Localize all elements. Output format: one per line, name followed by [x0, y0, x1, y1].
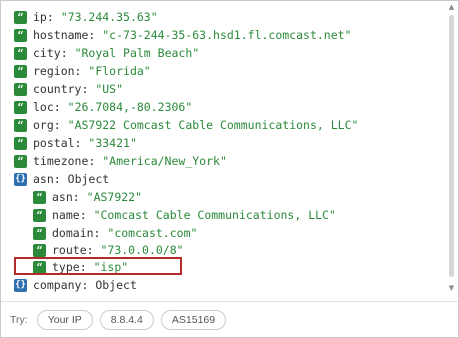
json-value: "US"	[95, 82, 124, 96]
json-key: company	[33, 278, 82, 292]
json-viewer-window: “ ip: "73.244.35.63" “ hostname: "c-73-2…	[0, 0, 459, 338]
object-type-icon: {}	[14, 172, 27, 186]
object-type-icon: {}	[14, 278, 27, 292]
json-row-loc[interactable]: “ loc: "26.7084,-80.2306"	[14, 98, 192, 116]
json-row-region[interactable]: “ region: "Florida"	[14, 62, 151, 80]
json-value: "c-73-244-35-63.hsd1.fl.comcast.net"	[102, 28, 352, 42]
try-label: Try:	[10, 314, 28, 326]
json-key: timezone	[33, 154, 89, 168]
json-row-postal[interactable]: “ postal: "33421"	[14, 134, 137, 152]
json-value: "Royal Palm Beach"	[74, 46, 200, 60]
json-value: "73.0.0.0/8"	[100, 243, 184, 257]
json-key: route	[52, 243, 87, 257]
json-key: hostname	[33, 28, 89, 42]
highlight-box	[14, 257, 182, 275]
json-key: asn	[52, 190, 73, 204]
json-key: name	[52, 208, 80, 222]
string-type-icon: “	[33, 208, 46, 222]
string-type-icon: “	[14, 46, 27, 60]
json-value: "AS7922"	[86, 190, 143, 204]
string-type-icon: “	[14, 10, 27, 24]
example-asn-button[interactable]: AS15169	[160, 310, 227, 330]
json-row-asn-domain[interactable]: “ domain: "comcast.com"	[33, 224, 197, 242]
json-key: org	[33, 118, 54, 132]
string-type-icon: “	[14, 100, 27, 114]
json-key: loc	[33, 100, 54, 114]
json-key: domain	[52, 226, 94, 240]
json-value: Object	[67, 172, 110, 186]
scroll-up-arrow-icon[interactable]: ▲	[447, 3, 456, 12]
json-key: ip	[33, 10, 47, 24]
try-examples-bar: Try: Your IP 8.8.4.4 AS15169	[1, 301, 458, 337]
string-type-icon: “	[14, 136, 27, 150]
string-type-icon: “	[14, 64, 27, 78]
json-value: "America/New_York"	[102, 154, 227, 168]
string-type-icon: “	[14, 82, 27, 96]
json-value: "AS7922 Comcast Cable Communications, LL…	[67, 118, 359, 132]
json-key: city	[33, 46, 61, 60]
json-row-company-object[interactable]: {} company: Object	[14, 276, 137, 294]
json-row-ip[interactable]: “ ip: "73.244.35.63"	[14, 8, 158, 26]
json-row-city[interactable]: “ city: "Royal Palm Beach"	[14, 44, 199, 62]
json-tree: “ ip: "73.244.35.63" “ hostname: "c-73-2…	[1, 1, 447, 295]
json-value: "Comcast Cable Communications, LLC"	[93, 208, 336, 222]
string-type-icon: “	[14, 28, 27, 42]
example-ip-button[interactable]: 8.8.4.4	[99, 310, 154, 330]
json-row-country[interactable]: “ country: "US"	[14, 80, 123, 98]
string-type-icon: “	[33, 190, 46, 204]
scroll-down-arrow-icon[interactable]: ▼	[447, 284, 456, 293]
json-value: "Florida"	[88, 64, 151, 78]
json-key: asn	[33, 172, 54, 186]
json-row-hostname[interactable]: “ hostname: "c-73-244-35-63.hsd1.fl.comc…	[14, 26, 352, 44]
json-row-asn-name[interactable]: “ name: "Comcast Cable Communications, L…	[33, 206, 336, 224]
example-your-ip-button[interactable]: Your IP	[36, 310, 93, 330]
string-type-icon: “	[33, 243, 46, 257]
json-row-timezone[interactable]: “ timezone: "America/New_York"	[14, 152, 227, 170]
scroll-thumb[interactable]	[449, 15, 454, 277]
string-type-icon: “	[14, 154, 27, 168]
json-value: Object	[95, 278, 137, 292]
json-value: "33421"	[88, 136, 137, 150]
string-type-icon: “	[33, 226, 46, 240]
json-row-asn-object[interactable]: {} asn: Object	[14, 170, 109, 188]
json-key: region	[33, 64, 75, 78]
json-value: "73.244.35.63"	[60, 10, 158, 24]
json-value: "26.7084,-80.2306"	[67, 100, 193, 114]
json-row-org[interactable]: “ org: "AS7922 Comcast Cable Communicati…	[14, 116, 358, 134]
json-value: "comcast.com"	[107, 226, 198, 240]
vertical-scrollbar[interactable]: ▲ ▼	[447, 1, 456, 295]
json-key: country	[33, 82, 82, 96]
string-type-icon: “	[14, 118, 27, 132]
json-row-asn-asn[interactable]: “ asn: "AS7922"	[33, 188, 142, 206]
json-key: postal	[33, 136, 75, 150]
